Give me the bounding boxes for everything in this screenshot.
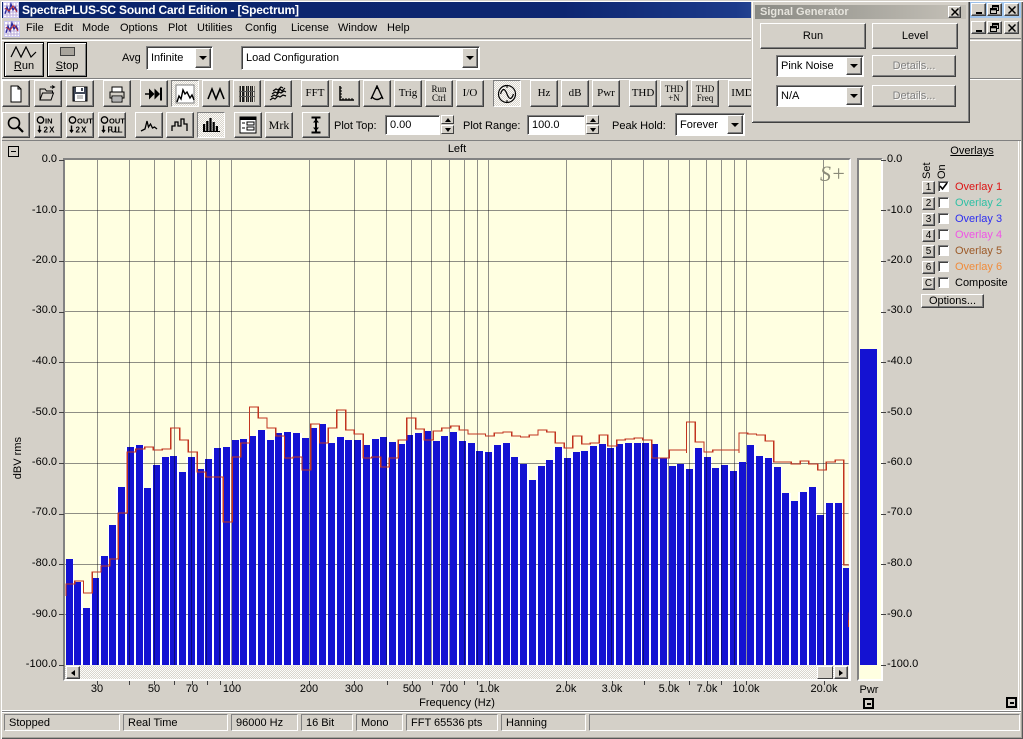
svg-text:IN: IN	[45, 117, 53, 126]
svg-text:OUT: OUT	[109, 117, 125, 126]
svg-text:2X: 2X	[43, 126, 55, 135]
svg-text:FULL: FULL	[107, 126, 122, 135]
svg-text:OUT: OUT	[77, 117, 93, 126]
svg-text:2X: 2X	[75, 126, 87, 135]
